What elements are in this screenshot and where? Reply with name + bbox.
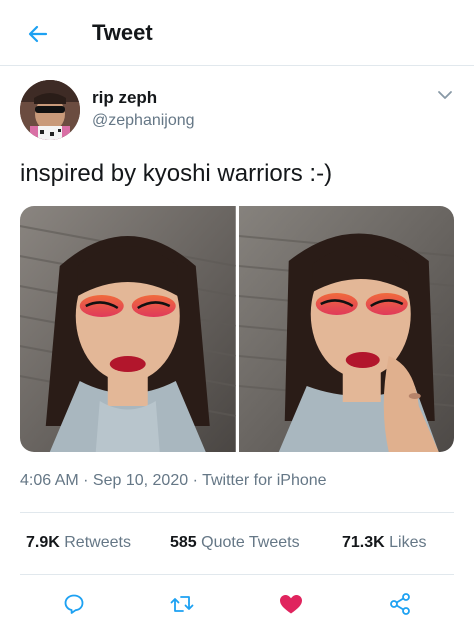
- share-button[interactable]: [386, 590, 414, 618]
- tweet-meta: 4:06 AM · Sep 10, 2020 · Twitter for iPh…: [20, 472, 327, 490]
- page-title: Tweet: [92, 20, 153, 45]
- meta-separator: ·: [78, 472, 93, 489]
- reply-icon: [64, 594, 84, 614]
- divider: [20, 574, 454, 575]
- likes-stat[interactable]: 71.3K Likes: [342, 534, 427, 552]
- likes-count: 71.3K: [342, 534, 385, 551]
- tweet-actions: [0, 586, 474, 622]
- likes-label: Likes: [389, 534, 427, 551]
- tweet-source[interactable]: Twitter for iPhone: [202, 472, 327, 489]
- reply-button[interactable]: [60, 590, 88, 618]
- quotes-count: 585: [170, 534, 197, 551]
- arrow-left-icon: [28, 25, 48, 43]
- tweet-time[interactable]: 4:06 AM: [20, 472, 79, 489]
- quote-tweets-stat[interactable]: 585 Quote Tweets: [170, 534, 300, 552]
- author-display-name[interactable]: rip zeph: [92, 88, 157, 108]
- back-button[interactable]: [24, 20, 52, 48]
- author-handle[interactable]: @zephanijong: [92, 112, 195, 130]
- retweets-label: Retweets: [64, 534, 131, 551]
- retweet-icon: [170, 596, 194, 612]
- share-icon: [390, 593, 410, 615]
- chevron-down-icon: [438, 91, 452, 99]
- tweet-media: [20, 206, 454, 452]
- divider: [20, 512, 454, 513]
- retweets-count: 7.9K: [26, 534, 60, 551]
- retweets-stat[interactable]: 7.9K Retweets: [26, 534, 131, 552]
- heart-filled-icon: [280, 595, 302, 614]
- tweet-photo-2[interactable]: [238, 206, 454, 452]
- retweet-button[interactable]: [168, 590, 196, 618]
- tweet-stats: 7.9K Retweets 585 Quote Tweets 71.3K Lik…: [26, 534, 446, 556]
- like-button[interactable]: [277, 590, 305, 618]
- tweet-photo-1[interactable]: [20, 206, 236, 452]
- tweet-author: rip zeph @zephanijong: [20, 80, 460, 140]
- meta-separator: ·: [188, 472, 203, 489]
- tweet-header: Tweet: [0, 0, 474, 66]
- tweet-date[interactable]: Sep 10, 2020: [93, 472, 188, 489]
- quotes-label: Quote Tweets: [201, 534, 300, 551]
- tweet-menu-button[interactable]: [436, 86, 454, 104]
- avatar[interactable]: [20, 80, 80, 140]
- tweet-text: inspired by kyoshi warriors :-): [20, 160, 333, 187]
